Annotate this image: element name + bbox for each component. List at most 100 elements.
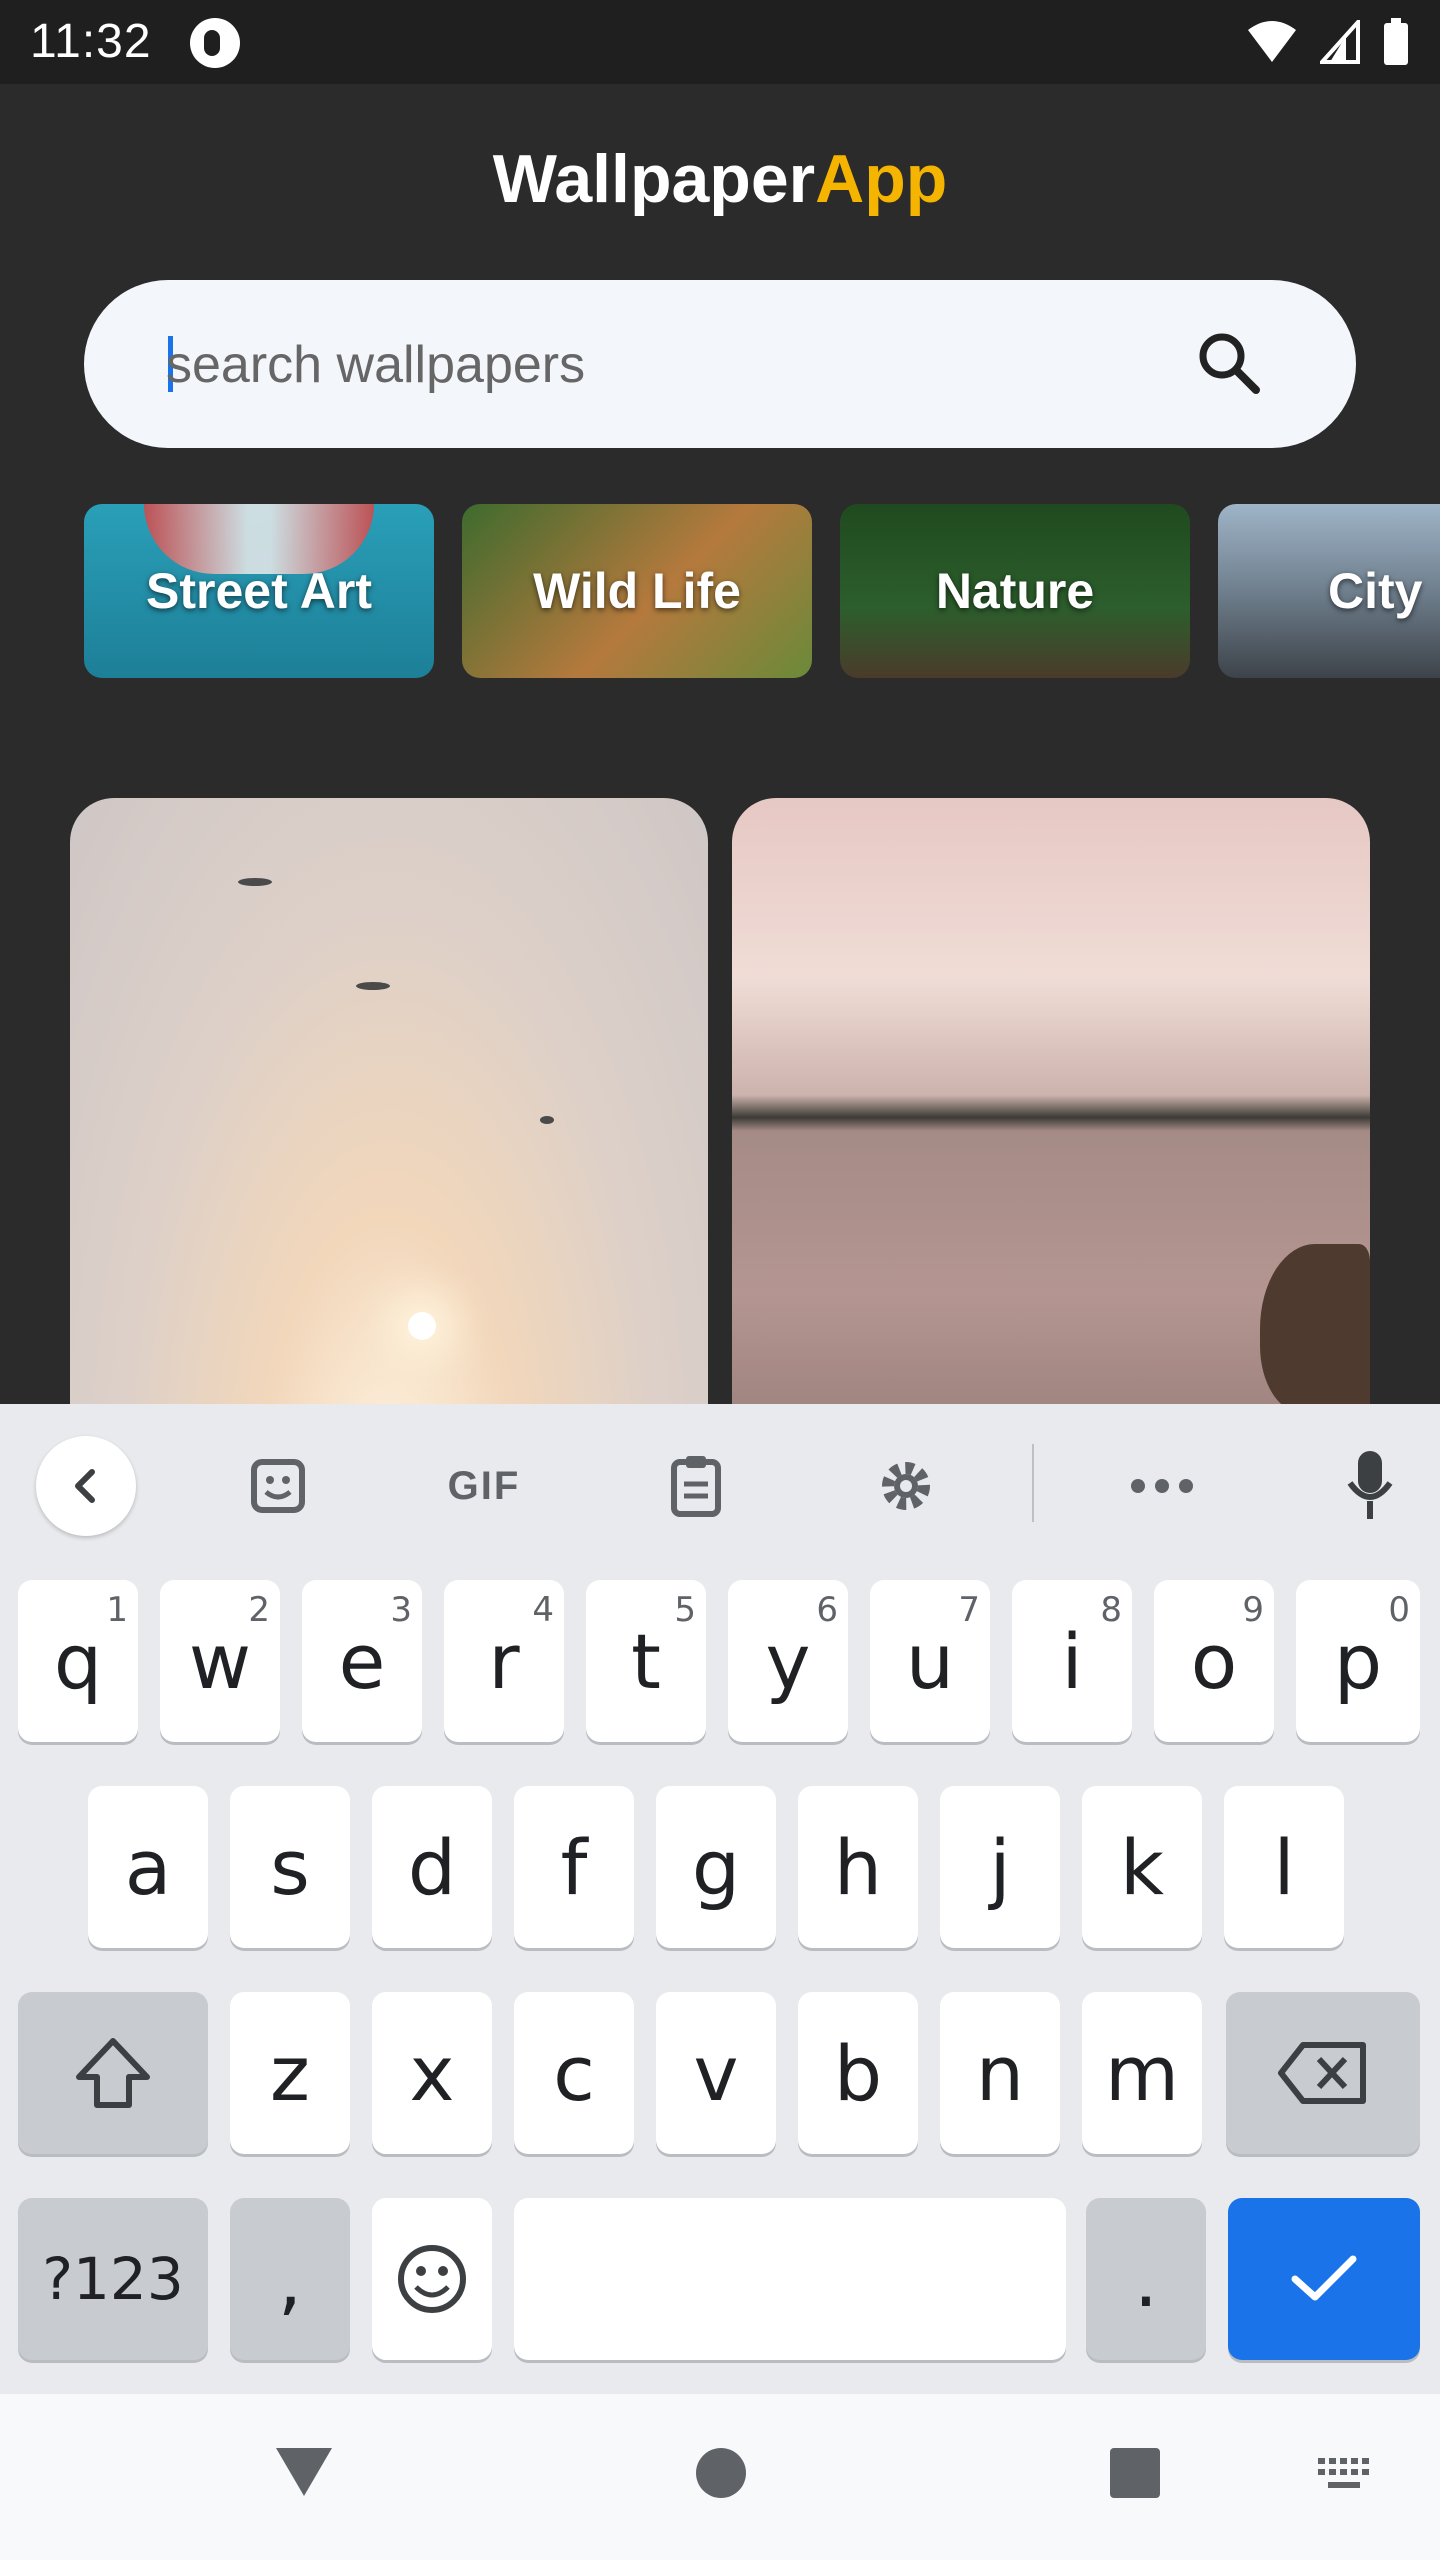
comma-key[interactable]: , xyxy=(230,2198,350,2360)
back-triangle-icon[interactable] xyxy=(272,2444,336,2500)
symbols-key[interactable]: ?123 xyxy=(18,2198,208,2360)
key-s[interactable]: s xyxy=(230,1786,350,1948)
key-label: v xyxy=(693,2028,739,2118)
key-label: g xyxy=(691,1822,741,1912)
home-circle-icon[interactable] xyxy=(694,2446,748,2500)
key-p[interactable]: p0 xyxy=(1296,1580,1420,1742)
key-z[interactable]: z xyxy=(230,1992,350,2154)
key-label: . xyxy=(1133,2234,1159,2324)
keyboard-toolbar: GIF xyxy=(0,1404,1440,1554)
key-label: w xyxy=(188,1616,252,1706)
key-label: y xyxy=(765,1616,811,1706)
key-q[interactable]: q1 xyxy=(18,1580,138,1742)
category-list: Street Art Wild Life Nature City xyxy=(84,504,1440,678)
keyboard-switch-icon[interactable] xyxy=(1316,2456,1372,2496)
category-label: Nature xyxy=(935,563,1095,619)
search-bar[interactable] xyxy=(84,280,1356,448)
recents-square-icon[interactable] xyxy=(1108,2446,1162,2500)
toolbar-divider xyxy=(1032,1444,1034,1522)
key-label: f xyxy=(560,1822,588,1912)
key-l[interactable]: l xyxy=(1224,1786,1344,1948)
soft-keyboard: GIF q1 w2 e3 r4 t5 y6 u7 i8 o9 p0 a s d … xyxy=(0,1404,1440,2394)
key-b[interactable]: b xyxy=(798,1992,918,2154)
gif-button[interactable]: GIF xyxy=(434,1436,534,1536)
app-title-accent: App xyxy=(815,141,948,217)
key-hint: 4 xyxy=(532,1590,554,1630)
more-icon[interactable] xyxy=(1112,1436,1212,1536)
app-notification-icon xyxy=(190,18,240,68)
key-g[interactable]: g xyxy=(656,1786,776,1948)
key-i[interactable]: i8 xyxy=(1012,1580,1132,1742)
key-label: z xyxy=(270,2028,310,2118)
key-label: m xyxy=(1104,2028,1180,2118)
key-label: j xyxy=(989,1822,1011,1912)
key-k[interactable]: k xyxy=(1082,1786,1202,1948)
key-label: , xyxy=(277,2234,303,2324)
key-d[interactable]: d xyxy=(372,1786,492,1948)
key-label: l xyxy=(1273,1822,1295,1912)
search-icon[interactable] xyxy=(1194,328,1264,398)
bird-shape xyxy=(238,878,272,886)
mic-icon[interactable] xyxy=(1320,1436,1420,1536)
key-label: r xyxy=(488,1616,520,1706)
key-a[interactable]: a xyxy=(88,1786,208,1948)
signal-icon xyxy=(1320,20,1360,64)
key-label: p xyxy=(1333,1616,1383,1706)
key-v[interactable]: v xyxy=(656,1992,776,2154)
shift-icon xyxy=(76,2038,150,2108)
back-icon[interactable] xyxy=(36,1436,136,1536)
key-f[interactable]: f xyxy=(514,1786,634,1948)
period-key[interactable]: . xyxy=(1086,2198,1206,2360)
key-label: x xyxy=(409,2028,455,2118)
navigation-bar xyxy=(0,2394,1440,2560)
backspace-icon xyxy=(1278,2042,1366,2104)
key-hint: 0 xyxy=(1388,1590,1410,1630)
emoji-icon xyxy=(398,2245,466,2313)
category-label: City xyxy=(1328,563,1423,619)
key-m[interactable]: m xyxy=(1082,1992,1202,2154)
key-label: t xyxy=(631,1616,661,1706)
key-h[interactable]: h xyxy=(798,1786,918,1948)
key-hint: 1 xyxy=(106,1590,128,1630)
battery-icon xyxy=(1384,18,1408,65)
bird-shape xyxy=(540,1116,554,1124)
rock-shape xyxy=(1260,1244,1370,1414)
key-label: k xyxy=(1119,1822,1164,1912)
emoji-key[interactable] xyxy=(372,2198,492,2360)
category-street-art[interactable]: Street Art xyxy=(84,504,434,678)
key-j[interactable]: j xyxy=(940,1786,1060,1948)
gif-label: GIF xyxy=(447,1463,521,1508)
key-label: d xyxy=(407,1822,457,1912)
settings-icon[interactable] xyxy=(856,1436,956,1536)
space-key[interactable] xyxy=(514,2198,1066,2360)
category-wild-life[interactable]: Wild Life xyxy=(462,504,812,678)
key-w[interactable]: w2 xyxy=(160,1580,280,1742)
key-label: c xyxy=(553,2028,595,2118)
check-icon xyxy=(1291,2255,1357,2301)
category-nature[interactable]: Nature xyxy=(840,504,1190,678)
backspace-key[interactable] xyxy=(1226,1992,1420,2154)
key-label: s xyxy=(270,1822,310,1912)
shift-key[interactable] xyxy=(18,1992,208,2154)
key-r[interactable]: r4 xyxy=(444,1580,564,1742)
key-t[interactable]: t5 xyxy=(586,1580,706,1742)
key-hint: 6 xyxy=(816,1590,838,1630)
search-input[interactable] xyxy=(164,324,1168,406)
key-n[interactable]: n xyxy=(940,1992,1060,2154)
key-e[interactable]: e3 xyxy=(302,1580,422,1742)
key-c[interactable]: c xyxy=(514,1992,634,2154)
key-x[interactable]: x xyxy=(372,1992,492,2154)
sun-shape xyxy=(408,1312,436,1340)
category-city[interactable]: City xyxy=(1218,504,1440,678)
status-time: 11:32 xyxy=(30,15,152,68)
key-u[interactable]: u7 xyxy=(870,1580,990,1742)
clipboard-icon[interactable] xyxy=(646,1436,746,1536)
key-hint: 3 xyxy=(390,1590,412,1630)
key-label: u xyxy=(905,1616,955,1706)
status-icons xyxy=(1246,18,1410,66)
key-y[interactable]: y6 xyxy=(728,1580,848,1742)
enter-key[interactable] xyxy=(1228,2198,1420,2360)
key-o[interactable]: o9 xyxy=(1154,1580,1274,1742)
wifi-icon xyxy=(1248,21,1296,62)
sticker-icon[interactable] xyxy=(228,1436,328,1536)
